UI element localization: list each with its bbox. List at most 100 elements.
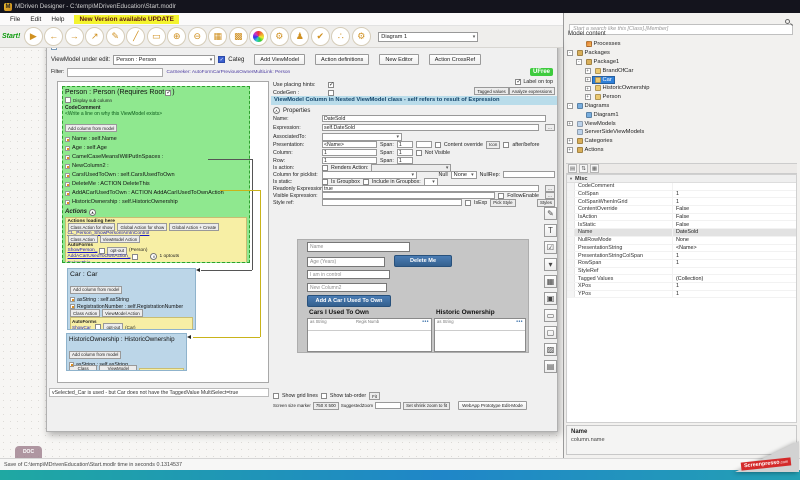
text-block-icon[interactable]: T (544, 224, 557, 237)
expression-input[interactable] (322, 124, 539, 131)
sort-alpha-icon[interactable]: ⇅ (579, 164, 588, 173)
model-tree-node[interactable]: +Actions (567, 146, 797, 155)
content-override-checkbox[interactable] (435, 142, 441, 148)
editor-header-button[interactable]: New Editor (379, 54, 418, 65)
image-control-icon[interactable]: ▣ (544, 292, 557, 305)
viewmodel-column-item[interactable]: CarsIUsedToOwn : self.CarsIUsedToOwn (65, 171, 247, 180)
fit-button[interactable]: Fit (369, 392, 380, 400)
StyleRef[interactable]: StyleRef (567, 268, 796, 276)
Name[interactable]: NameDateSold (567, 229, 796, 237)
expander-icon[interactable]: + (567, 138, 573, 144)
model-tree-node[interactable]: +BrandOfCar (585, 66, 797, 75)
viewmodel-column-item[interactable]: HistoricOwnership : self.HistoricOwnersh… (65, 198, 247, 207)
ColSpan[interactable]: ColSpan1 (567, 191, 796, 199)
model-tree-node[interactable]: -Package1 (576, 58, 797, 67)
expander-icon[interactable]: + (585, 94, 591, 100)
add-column-button[interactable]: Add column from model (65, 124, 117, 132)
preview-age-field[interactable] (307, 257, 385, 267)
grid-column-header[interactable]: as String (310, 320, 332, 325)
preview-name-field[interactable] (307, 242, 410, 252)
Tagged Values[interactable]: Tagged Values(Collection) (567, 275, 796, 283)
action-create-button[interactable]: Class Action (70, 309, 100, 317)
expand-icon[interactable]: ∨ (150, 253, 157, 260)
gears-icon[interactable]: ⚙ (270, 27, 289, 46)
link-tool-icon[interactable]: ↗ (85, 27, 104, 46)
frame-control-icon[interactable]: ▢ (544, 326, 557, 339)
not-visible-checkbox[interactable] (416, 150, 422, 156)
placing-hints-checkbox[interactable] (328, 82, 334, 88)
analyze-expressions-button[interactable]: Analyze expressions (509, 87, 555, 95)
presentation-input[interactable] (322, 141, 377, 148)
color-wheel-icon[interactable] (249, 27, 268, 46)
viewmodel-column-item[interactable]: Name : self.Name (65, 135, 247, 144)
pattern-view-icon[interactable]: ▩ (229, 27, 248, 46)
autoform-link[interactable]: ShowCar_ (72, 325, 93, 330)
model-tree-node[interactable]: Diagram1 (576, 110, 797, 119)
zoom-out-icon[interactable]: ⊖ (188, 27, 207, 46)
screen-tool-icon[interactable]: ▭ (147, 27, 166, 46)
grid-menu-icon[interactable]: ••• (516, 319, 523, 325)
run-play-icon[interactable]: ▶ (24, 27, 43, 46)
nav-back-icon[interactable]: ← (44, 27, 63, 46)
edit-style-icon[interactable]: ✎ (544, 207, 557, 220)
expander-icon[interactable]: + (585, 68, 591, 74)
viewmodel-select[interactable]: Person : Person▾ (113, 55, 215, 65)
show-tab-order-checkbox[interactable] (321, 393, 327, 399)
style-ref-input[interactable] (322, 199, 462, 206)
styles-button[interactable]: Styles (537, 199, 555, 207)
model-tree-node[interactable]: ServerSideViewModels (567, 128, 797, 137)
cars-grid[interactable]: as String Regis Numb ••• (307, 318, 432, 352)
PresentationStringColSpan[interactable]: PresentationStringColSpan1 (567, 252, 796, 260)
menu-item[interactable]: Help (51, 16, 64, 23)
datagrid-control-icon[interactable]: ▤ (544, 360, 557, 373)
autoform-checkbox[interactable] (95, 324, 101, 330)
collapse-icon[interactable]: ∧ (273, 107, 280, 114)
autoform-checkbox[interactable] (99, 248, 105, 254)
line-tool-icon[interactable]: ╱ (126, 27, 145, 46)
person-viewmodel-box[interactable]: Person : Person (Requires Root ) Display… (62, 86, 250, 263)
delete-me-button[interactable]: Delete Me (394, 255, 452, 267)
NullRowMode[interactable]: NullRowModeNone (567, 237, 796, 245)
user-icon[interactable]: ♟ (290, 27, 309, 46)
expander-icon[interactable]: + (567, 147, 573, 153)
RowSpan[interactable]: RowSpan1 (567, 260, 796, 268)
model-tree-node[interactable]: +ViewModels (567, 119, 797, 128)
model-tree-node[interactable]: -Packages (567, 49, 797, 58)
viewmodel-column-item[interactable]: NewColumn2 : (65, 162, 247, 171)
nav-forward-icon[interactable]: → (65, 27, 84, 46)
checkbox-control-icon[interactable]: ☑ (544, 241, 557, 254)
grid-view-icon[interactable]: ▦ (208, 27, 227, 46)
settings-pages-icon[interactable]: ▦ (590, 164, 599, 173)
expander-icon[interactable]: + (585, 77, 591, 83)
property-category-row[interactable]: ▾ Misc (567, 175, 796, 183)
action-create-button[interactable]: ViewModel Action (99, 365, 137, 371)
show-grid-lines-checkbox[interactable] (273, 393, 279, 399)
editor-header-button[interactable]: Action CrossRef (429, 54, 481, 65)
IsStatic[interactable]: IsStaticFalse (567, 221, 796, 229)
requires-root-checkbox[interactable] (165, 90, 171, 96)
name-input[interactable] (322, 115, 546, 122)
preview-control-field[interactable] (307, 270, 390, 279)
viewmodel-column-item[interactable]: DeleteMe : ACTION DeleteThis (65, 180, 247, 189)
model-tree-node[interactable]: Processes (576, 40, 797, 49)
label-on-top-checkbox[interactable] (515, 79, 521, 85)
historic-grid[interactable]: as String ••• (434, 318, 526, 352)
set-shrink-zoom-button[interactable]: Set shrink zoom to fit (403, 402, 450, 410)
action-create-button[interactable]: Global Action + Create (169, 223, 219, 231)
action-create-button[interactable]: ViewModel Action (100, 235, 141, 243)
expression-ellipsis-button[interactable]: ... (545, 124, 555, 131)
filter-input[interactable] (67, 68, 163, 77)
column-span-input[interactable] (397, 149, 413, 156)
tagged-values-button[interactable]: Tagged values (474, 87, 508, 95)
ColSpanWhenInGrid[interactable]: ColSpanWhenInGrid1 (567, 198, 796, 206)
viewmodel-column-item[interactable]: CamelCaseMeansIWillPutInSpaces : (65, 153, 247, 162)
historicownership-viewmodel-box[interactable]: HistoricOwnership : HistoricOwnership Ad… (66, 333, 187, 371)
categorized-icon[interactable]: ▤ (568, 164, 577, 173)
viewmodel-tree-panel[interactable]: Person : Person (Requires Root ) Display… (57, 81, 269, 383)
categ-checkbox[interactable]: ✓ (218, 56, 225, 63)
IsAction[interactable]: IsActionFalse (567, 214, 796, 222)
autoform-link[interactable]: DeleteThis (68, 261, 91, 263)
display-sub-column-checkbox[interactable] (65, 97, 71, 103)
presentation-extra-input[interactable] (416, 141, 432, 148)
zoom-in-icon[interactable]: ⊕ (167, 27, 186, 46)
